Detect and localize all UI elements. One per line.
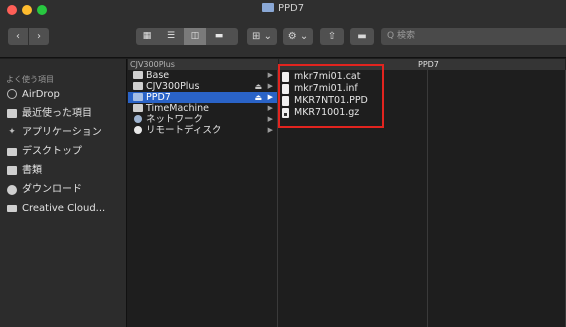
chevron-right-icon: ▶ xyxy=(267,93,273,101)
forward-icon: › xyxy=(37,31,41,42)
sidebar-item-downloads[interactable]: ダウンロード xyxy=(0,180,126,199)
arrange-menu-button[interactable]: ⊞ ⌄ xyxy=(247,28,277,45)
chevron-right-icon: ▶ xyxy=(267,82,273,90)
list-item-label: TimeMachine xyxy=(146,103,210,114)
finder-window: PPD7 ‹ › ▦ ☰ ◫ ▬ ⊞ ⌄ ⚙ ⌄ ⇧ ▬ Q 検索 よく使う項目… xyxy=(0,0,566,327)
sidebar-item-applications[interactable]: ✦ アプリケーション xyxy=(0,123,126,142)
drive-icon xyxy=(133,82,143,90)
network-icon xyxy=(134,115,142,123)
eject-icon[interactable]: ⏏ xyxy=(254,92,262,103)
sidebar-item-recents[interactable]: 最近使った項目 xyxy=(0,104,126,123)
back-button[interactable]: ‹ xyxy=(8,28,28,45)
column-preview xyxy=(428,70,566,327)
sidebar-item-documents[interactable]: 書類 xyxy=(0,161,126,180)
remote-disk-icon xyxy=(134,126,142,134)
search-placeholder: Q 検索 xyxy=(387,31,415,41)
chevron-right-icon: ▶ xyxy=(267,104,273,112)
sidebar-item-label: デスクトップ xyxy=(22,146,82,157)
list-item-network[interactable]: ネットワーク ▶ xyxy=(128,114,277,125)
sidebar-item-label: 最近使った項目 xyxy=(22,108,92,119)
window-title-label: PPD7 xyxy=(277,3,305,14)
share-button[interactable]: ⇧ xyxy=(320,28,344,45)
list-item-label: ネットワーク xyxy=(146,114,204,125)
airdrop-icon xyxy=(7,89,17,99)
icon-view-button[interactable]: ▦ xyxy=(136,28,158,45)
sidebar-item-label: Creative Cloud... xyxy=(22,203,106,214)
sidebar-item-airdrop[interactable]: AirDrop xyxy=(0,85,126,104)
chevron-right-icon: ▶ xyxy=(267,71,273,79)
creative-cloud-icon xyxy=(7,205,17,212)
list-item-base[interactable]: Base ▶ xyxy=(128,70,277,81)
sidebar-item-desktop[interactable]: デスクトップ xyxy=(0,142,126,161)
folder-icon xyxy=(261,3,274,12)
chevron-right-icon: ▶ xyxy=(267,115,273,123)
list-item-remote-disk[interactable]: リモートディスク ▶ xyxy=(128,125,277,136)
column-header-current: PPD7 xyxy=(418,60,439,69)
recents-icon xyxy=(7,109,17,118)
chevron-right-icon: ▶ xyxy=(267,126,273,134)
action-menu-button[interactable]: ⚙ ⌄ xyxy=(283,28,313,45)
tag-icon: ▬ xyxy=(357,31,367,42)
column-view-button[interactable]: ◫ xyxy=(184,28,206,45)
folder-icon xyxy=(133,93,143,101)
share-icon: ⇧ xyxy=(327,31,337,42)
sidebar-item-label: 書類 xyxy=(22,165,42,176)
drive-icon xyxy=(133,71,143,79)
toolbar: PPD7 ‹ › ▦ ☰ ◫ ▬ ⊞ ⌄ ⚙ ⌄ ⇧ ▬ Q 検索 xyxy=(0,0,566,58)
list-item-label: CJV300Plus xyxy=(146,81,200,92)
search-input[interactable]: Q 検索 xyxy=(381,28,566,45)
tag-button[interactable]: ▬ xyxy=(350,28,374,45)
gear-icon: ⚙ ⌄ xyxy=(287,31,309,42)
sidebar-item-creative-cloud[interactable]: Creative Cloud... xyxy=(0,199,126,218)
column-volumes: Base ▶ CJV300Plus ⏏ ▶ PPD7 ⏏ ▶ TimeMachi… xyxy=(128,70,278,327)
list-item-cjv300plus[interactable]: CJV300Plus ⏏ ▶ xyxy=(128,81,277,92)
arrange-icon: ⊞ ⌄ xyxy=(252,31,272,42)
list-view-button[interactable]: ☰ xyxy=(160,28,182,45)
list-item-ppd7[interactable]: PPD7 ⏏ ▶ xyxy=(128,92,277,103)
back-icon: ‹ xyxy=(16,31,20,42)
column-header-parent: CJV300Plus xyxy=(130,60,175,69)
desktop-icon xyxy=(7,148,17,156)
documents-icon xyxy=(7,166,17,175)
sidebar: よく使う項目 AirDrop 最近使った項目 ✦ アプリケーション デスクトップ… xyxy=(0,59,127,327)
forward-button[interactable]: › xyxy=(29,28,49,45)
list-item-label: リモートディスク xyxy=(146,125,222,136)
window-title: PPD7 xyxy=(0,3,566,14)
list-item-timemachine[interactable]: TimeMachine ▶ xyxy=(128,103,277,114)
sidebar-item-label: アプリケーション xyxy=(22,127,102,138)
sidebar-item-label: ダウンロード xyxy=(22,184,82,195)
eject-icon[interactable]: ⏏ xyxy=(254,81,262,92)
highlight-box xyxy=(278,64,384,128)
drive-icon xyxy=(133,104,143,112)
downloads-icon xyxy=(7,185,17,195)
applications-icon: ✦ xyxy=(8,127,16,137)
sidebar-section-title: よく使う項目 xyxy=(6,75,54,84)
view-mode-selector: ▦ ☰ ◫ ▬ xyxy=(136,28,238,45)
list-item-label: Base xyxy=(146,70,170,81)
sidebar-item-label: AirDrop xyxy=(22,89,60,100)
list-item-label: PPD7 xyxy=(146,92,171,103)
gallery-view-button[interactable]: ▬ xyxy=(208,28,230,45)
